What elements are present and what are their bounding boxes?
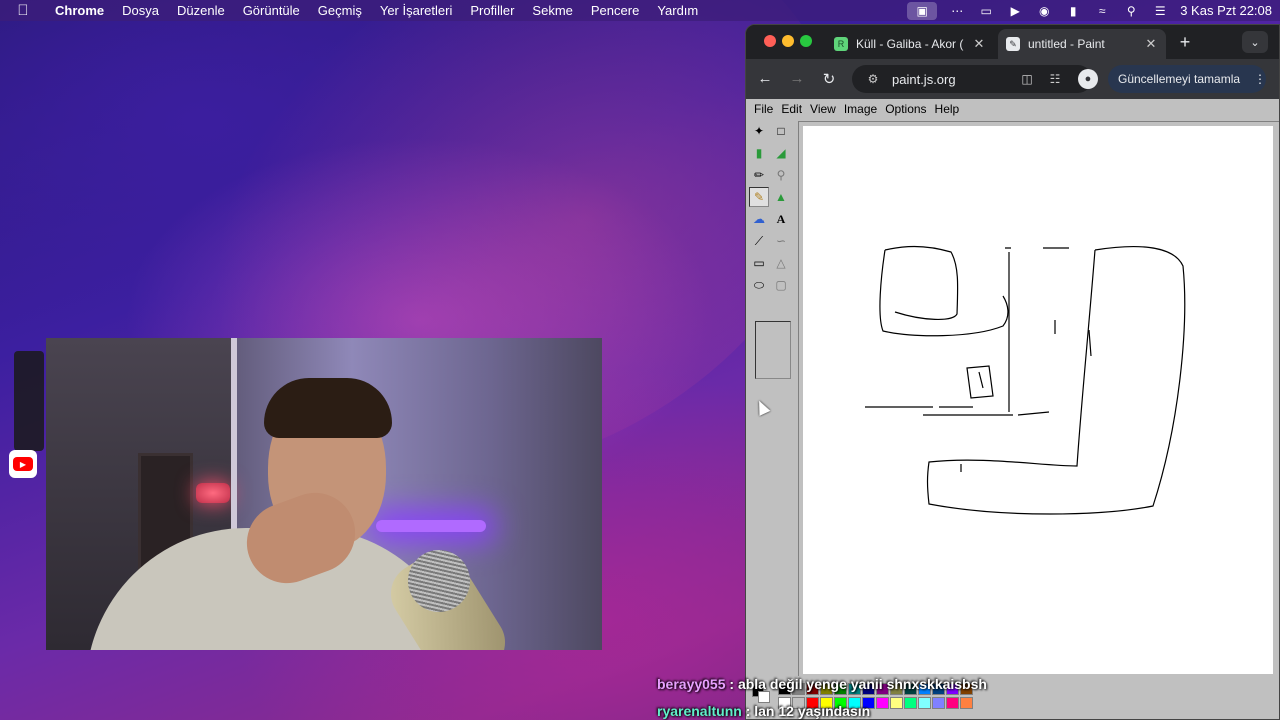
- search-icon[interactable]: ⚲: [1122, 4, 1140, 18]
- paint-menu-file[interactable]: File: [750, 102, 777, 116]
- more-menu-icon[interactable]: ⋮: [1254, 72, 1266, 86]
- chat-username: berayy055: [657, 676, 726, 692]
- menu-item-yer-isaretleri[interactable]: Yer İşaretleri: [371, 3, 462, 18]
- menu-item-gecmis[interactable]: Geçmiş: [309, 3, 371, 18]
- wifi-icon[interactable]: ≈: [1093, 4, 1111, 18]
- paint-menu-options[interactable]: Options: [881, 102, 930, 116]
- menu-clock[interactable]: 3 Kas Pzt 22:08: [1180, 3, 1272, 18]
- rounded-rect-tool-icon[interactable]: ▢: [771, 275, 791, 295]
- paint-app: File Edit View Image Options Help ✦ □ ▮ …: [746, 99, 1279, 719]
- chat-text: : abla değil yenge yanii shnxskkaisbsh: [729, 676, 987, 692]
- tab-title: untitled - Paint: [1028, 37, 1105, 51]
- paint-canvas-area: [798, 121, 1279, 676]
- stroke-right-l-shape: [926, 246, 1186, 515]
- paint-menu-image[interactable]: Image: [840, 102, 881, 116]
- chat-message: berayy055 : abla değil yenge yanii shnxs…: [657, 671, 987, 698]
- paint-menu-edit[interactable]: Edit: [777, 102, 806, 116]
- menu-item-goruntule[interactable]: Görüntüle: [234, 3, 309, 18]
- menu-item-dosya[interactable]: Dosya: [113, 3, 168, 18]
- paint-favicon-icon: ✎: [1006, 37, 1020, 51]
- stroke-left-rounded-box: [879, 245, 1009, 337]
- chat-text: : lan 12 yaşındasın: [745, 703, 871, 719]
- minimize-window-button[interactable]: [782, 35, 794, 47]
- forward-arrow-icon[interactable]: →: [787, 70, 807, 87]
- tab-favicon: R: [834, 37, 848, 51]
- close-window-button[interactable]: [764, 35, 776, 47]
- tab-strip: R Küll - Galiba - Akor (G ✕ ✎ untitled -…: [746, 25, 1279, 59]
- paint-menu-bar: File Edit View Image Options Help: [746, 99, 1279, 119]
- curve-tool-icon[interactable]: ∽: [771, 231, 791, 251]
- tab-kull-galiba[interactable]: R Küll - Galiba - Akor (G ✕: [826, 29, 994, 59]
- drawing-strokes: [865, 245, 1186, 515]
- polygon-tool-icon[interactable]: △: [771, 253, 791, 273]
- magnifier-icon[interactable]: ⚲: [771, 165, 791, 185]
- display-icon[interactable]: ▭: [977, 4, 995, 18]
- back-arrow-icon[interactable]: ←: [755, 70, 775, 87]
- brush-icon[interactable]: ▲: [771, 187, 791, 207]
- text-tool-icon[interactable]: A: [771, 209, 791, 229]
- new-tab-button[interactable]: +: [1174, 32, 1196, 53]
- eraser-icon[interactable]: ▮: [749, 143, 769, 163]
- dots-icon[interactable]: ⋯: [948, 4, 966, 18]
- youtube-side-panel: [14, 351, 44, 451]
- chat-username: ryarenaltunn: [657, 703, 742, 719]
- battery-icon[interactable]: ▮: [1064, 4, 1082, 18]
- webcam-overlay: [46, 338, 602, 650]
- close-tab-icon[interactable]: ✕: [972, 36, 986, 52]
- ellipse-tool-icon[interactable]: ⬭: [749, 275, 769, 295]
- user-circle-icon[interactable]: ◉: [1035, 4, 1053, 18]
- webcam-person-hair: [264, 378, 392, 438]
- tool-options-box[interactable]: [755, 321, 791, 379]
- address-bar[interactable]: ⚙ paint.js.org ◫ ☷ ☆: [852, 65, 1092, 93]
- stroke-short-marks: [960, 247, 1092, 472]
- control-center-icon[interactable]: ☰: [1151, 4, 1169, 18]
- stroke-horizontal-line: [865, 406, 1050, 416]
- free-select-icon[interactable]: ✦: [749, 121, 769, 141]
- site-settings-icon[interactable]: ⚙: [864, 72, 882, 86]
- browser-toolbar: ← → ↻ ⚙ paint.js.org ◫ ☷ ☆ ● Güncellemey…: [746, 59, 1279, 99]
- update-label: Güncellemeyi tamamla: [1118, 72, 1241, 86]
- menu-item-profiller[interactable]: Profiller: [461, 3, 523, 18]
- apple-icon[interactable]: : [0, 2, 46, 19]
- rectangle-tool-icon[interactable]: ▭: [749, 253, 769, 273]
- fill-bucket-icon[interactable]: ◢: [771, 143, 791, 163]
- profile-avatar-icon[interactable]: ●: [1078, 69, 1098, 89]
- tab-paint[interactable]: ✎ untitled - Paint ✕: [998, 29, 1166, 59]
- rect-select-icon[interactable]: □: [771, 121, 791, 141]
- pencil-icon[interactable]: ✎: [749, 187, 769, 207]
- stroke-small-box: [966, 365, 994, 399]
- youtube-icon[interactable]: ▶: [9, 450, 37, 478]
- url-text[interactable]: paint.js.org: [892, 72, 1008, 87]
- color-picker-icon[interactable]: ✏: [749, 165, 769, 185]
- screen-share-icon[interactable]: ▣: [907, 1, 938, 20]
- menu-item-yardim[interactable]: Yardım: [648, 3, 707, 18]
- reload-icon[interactable]: ↻: [819, 70, 839, 88]
- play-circle-icon[interactable]: ▶: [1006, 4, 1024, 18]
- tab-search-chevron-icon[interactable]: ⌄: [1242, 31, 1268, 53]
- paint-menu-view[interactable]: View: [806, 102, 840, 116]
- menu-bar:  Chrome Dosya Düzenle Görüntüle Geçmiş …: [0, 0, 1280, 21]
- tab-title: Küll - Galiba - Akor (G: [856, 37, 964, 51]
- line-tool-icon[interactable]: ⟋: [749, 231, 769, 251]
- paint-toolbox: ✦ □ ▮ ◢ ✏ ⚲ ✎ ▲ ☁ A ⟋ ∽ ▭ △ ⬭ ▢: [749, 121, 795, 379]
- close-tab-icon[interactable]: ✕: [1144, 36, 1158, 52]
- update-chrome-button[interactable]: Güncellemeyi tamamla ⋮: [1108, 65, 1266, 93]
- stream-chat-overlay: berayy055 : abla değil yenge yanii shnxs…: [657, 671, 987, 720]
- paint-canvas[interactable]: [803, 126, 1273, 674]
- menu-item-sekme[interactable]: Sekme: [523, 3, 581, 18]
- status-menu-area: ▣ ⋯ ▭ ▶ ◉ ▮ ≈ ⚲ ☰ 3 Kas Pzt 22:08: [907, 0, 1272, 21]
- webcam-lamp: [196, 483, 230, 503]
- zoom-window-button[interactable]: [800, 35, 812, 47]
- airbrush-icon[interactable]: ☁: [749, 209, 769, 229]
- webcam-neon-light: [376, 520, 486, 532]
- chrome-window: R Küll - Galiba - Akor (G ✕ ✎ untitled -…: [745, 24, 1280, 720]
- menu-app-name[interactable]: Chrome: [46, 3, 113, 18]
- chat-message: ryarenaltunn : lan 12 yaşındasın: [657, 698, 987, 720]
- menu-item-duzenle[interactable]: Düzenle: [168, 3, 234, 18]
- translate-icon[interactable]: ☷: [1046, 72, 1064, 86]
- menu-item-pencere[interactable]: Pencere: [582, 3, 648, 18]
- paint-menu-help[interactable]: Help: [931, 102, 964, 116]
- install-app-icon[interactable]: ◫: [1018, 72, 1036, 86]
